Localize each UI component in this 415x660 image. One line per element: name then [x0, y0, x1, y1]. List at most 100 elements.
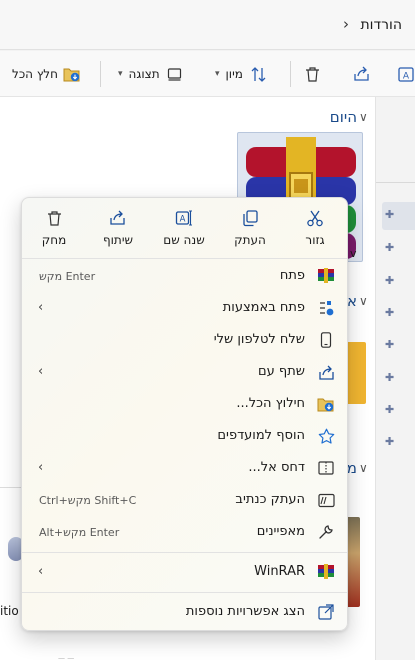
address-bar[interactable]: הורדות ›: [0, 0, 415, 50]
rename-icon: A: [398, 66, 415, 83]
breadcrumb-chevron-icon[interactable]: ›: [343, 15, 349, 33]
delete-button[interactable]: מחק: [22, 204, 86, 256]
copy-path-icon: [317, 491, 335, 509]
copy-icon: [241, 206, 259, 230]
menu-item-label: שתף עם: [258, 364, 305, 379]
properties-icon: [317, 523, 335, 541]
view-icon: [167, 67, 182, 82]
sort-chevron-down-icon: ▾: [215, 69, 220, 79]
rename-toolbar-button[interactable]: A: [398, 51, 415, 97]
menu-item-label: מאפיינים: [256, 524, 305, 539]
menu-item-send-to-phone[interactable]: שלח לטלפון שלי: [22, 324, 349, 356]
svg-text:A: A: [403, 71, 410, 81]
submenu-chevron-icon: ‹: [38, 364, 44, 379]
copy-button[interactable]: העתק: [218, 204, 282, 256]
delete-toolbar-button[interactable]: [304, 51, 321, 97]
command-bar: A ▾ מיון ▾ תצוגה חלץ הכל: [0, 51, 415, 97]
menu-item-copy-as-path[interactable]: העתק כנתיב Ctrl+מקש Shift+C: [22, 484, 349, 516]
file-name-partial: itio: [0, 604, 19, 618]
pin-icon[interactable]: ✚: [385, 338, 394, 351]
rename-button[interactable]: A שנה שם: [152, 204, 216, 256]
shortcut-hint: מקש Enter: [39, 270, 96, 283]
rename-label: שנה שם: [163, 233, 205, 247]
menu-item-label: WinRAR: [254, 564, 305, 579]
menu-item-label: הצג אפשרויות נוספות: [185, 604, 305, 619]
pin-icon[interactable]: ✚: [385, 241, 394, 254]
menu-item-label: העתק כנתיב: [235, 492, 305, 507]
menu-item-winrar[interactable]: WinRAR ‹: [22, 556, 349, 588]
archive-file-name: v: [350, 247, 357, 260]
menu-item-show-more-options[interactable]: הצג אפשרויות נוספות: [22, 596, 349, 628]
pin-icon[interactable]: ✚: [385, 208, 394, 221]
compress-icon: [317, 459, 335, 477]
menu-item-open-with[interactable]: פתח באמצעות ‹: [22, 292, 349, 324]
context-menu: גזור העתק A שנה שם שיתוף מחק פתח מקש Ent…: [21, 197, 348, 631]
pin-icon[interactable]: ✚: [385, 274, 394, 287]
menu-separator: [22, 258, 347, 259]
view-toolbar-button[interactable]: ▾ תצוגה: [118, 51, 182, 97]
menu-separator: [22, 592, 347, 593]
svg-text:A: A: [180, 215, 186, 225]
extract-all-icon: [317, 395, 335, 413]
more-options-icon: [317, 603, 335, 621]
cut-label: גזור: [305, 233, 325, 247]
copy-label: העתק: [234, 233, 266, 247]
pin-icon[interactable]: ✚: [385, 435, 394, 448]
menu-item-label: הוסף למועדפים: [217, 428, 305, 443]
share-toolbar-button[interactable]: [353, 51, 371, 97]
menu-item-label: שלח לטלפון שלי: [213, 332, 305, 347]
menu-separator: [22, 552, 347, 553]
sort-label: מיון: [225, 67, 243, 81]
rename-icon: A: [175, 206, 193, 230]
winrar-icon: [317, 563, 335, 581]
breadcrumb-downloads[interactable]: הורדות: [360, 17, 402, 33]
open-with-icon: [317, 299, 335, 317]
menu-item-open[interactable]: פתח מקש Enter: [22, 260, 349, 292]
menu-item-properties[interactable]: מאפיינים Alt+מקש Enter: [22, 516, 349, 548]
trash-icon: [46, 206, 63, 230]
view-chevron-down-icon: ▾: [118, 69, 123, 79]
toolbar-divider: [290, 61, 291, 87]
menu-item-label: פתח באמצעות: [222, 300, 305, 315]
group-chevron-icon[interactable]: ∨: [359, 461, 368, 475]
submenu-chevron-icon: ‹: [38, 564, 44, 579]
share-with-icon: [317, 363, 335, 381]
view-label: תצוגה: [128, 67, 160, 81]
divider: [0, 487, 21, 488]
share-button[interactable]: שיתוף: [86, 204, 150, 256]
winrar-icon: [317, 267, 335, 285]
menu-item-label: דחס אל...: [248, 460, 305, 475]
star-icon: [317, 427, 335, 445]
scissors-icon: [306, 206, 324, 230]
menu-item-compress-to[interactable]: דחס אל... ‹: [22, 452, 349, 484]
sort-icon: [250, 66, 267, 83]
toolbar-divider: [100, 61, 101, 87]
extract-all-icon: [63, 66, 81, 83]
extract-all-label: חלץ הכל: [12, 67, 58, 81]
quick-access-pane: [375, 97, 415, 660]
share-label: שיתוף: [102, 233, 134, 247]
menu-item-label: חילוץ הכל...: [236, 396, 305, 411]
group-header-today[interactable]: היום: [330, 108, 357, 126]
menu-item-extract-all[interactable]: חילוץ הכל...: [22, 388, 349, 420]
group-chevron-icon[interactable]: ∨: [359, 110, 368, 124]
pin-icon[interactable]: ✚: [385, 371, 394, 384]
sort-toolbar-button[interactable]: ▾ מיון: [215, 51, 267, 97]
pin-icon[interactable]: ✚: [385, 306, 394, 319]
share-icon: [353, 65, 371, 83]
menu-item-share-with[interactable]: שתף עם ‹: [22, 356, 349, 388]
file-meta-partial: — —: [58, 654, 75, 660]
submenu-chevron-icon: ‹: [38, 460, 44, 475]
divider: [376, 182, 415, 183]
cut-button[interactable]: גזור: [283, 204, 347, 256]
phone-icon: [317, 331, 335, 349]
shortcut-hint: Ctrl+מקש Shift+C: [39, 494, 137, 507]
shortcut-hint: Alt+מקש Enter: [39, 526, 120, 539]
pin-icon[interactable]: ✚: [385, 403, 394, 416]
trash-icon: [304, 66, 321, 83]
group-chevron-icon[interactable]: ∨: [359, 294, 368, 308]
menu-item-label: פתח: [279, 268, 305, 283]
menu-item-add-to-favorites[interactable]: הוסף למועדפים: [22, 420, 349, 452]
share-icon: [109, 206, 127, 230]
extract-all-toolbar-button[interactable]: חלץ הכל: [12, 51, 81, 97]
